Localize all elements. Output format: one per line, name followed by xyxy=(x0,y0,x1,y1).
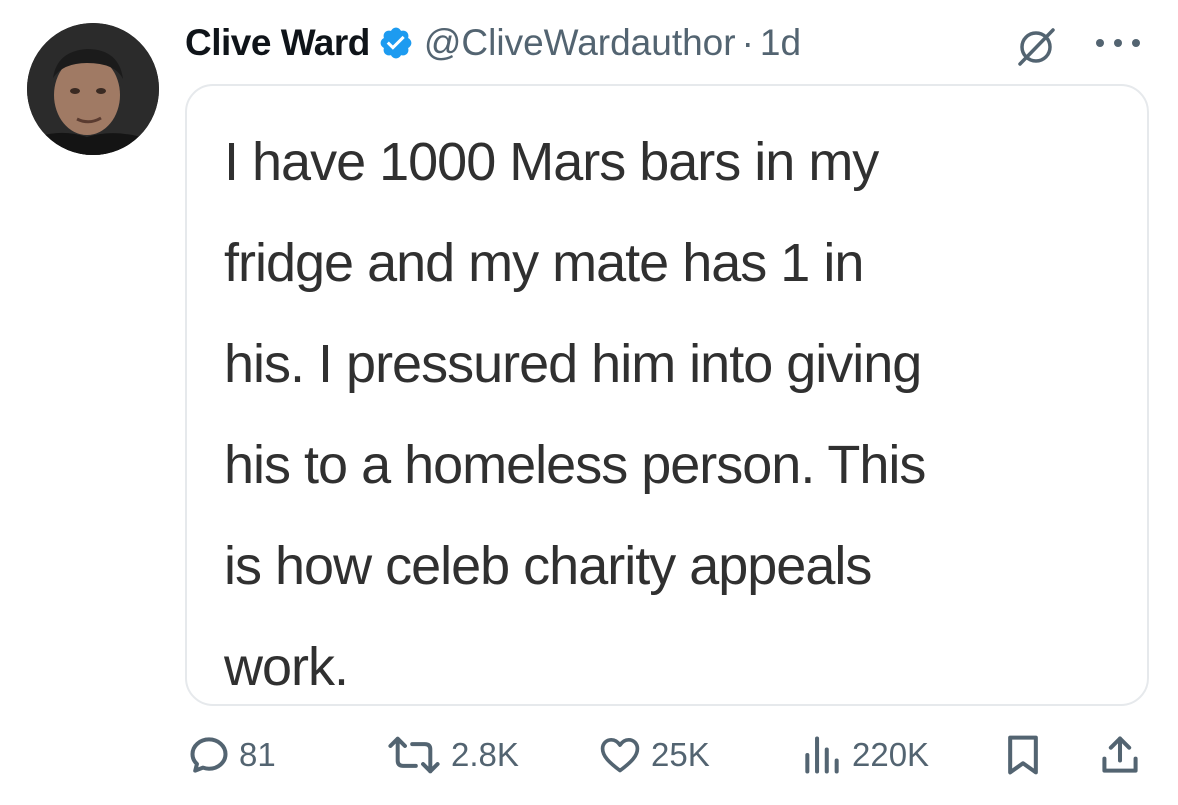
reply-count: 81 xyxy=(239,736,276,773)
user-handle[interactable]: @CliveWardauthor xyxy=(424,22,736,64)
share-icon xyxy=(1098,733,1142,777)
action-bar: 81 2.8K 25K 220K xyxy=(0,725,1178,785)
display-name[interactable]: Clive Ward xyxy=(185,22,370,64)
separator-dot: · xyxy=(741,22,754,63)
bookmark-icon xyxy=(1003,733,1043,777)
profile-photo xyxy=(27,23,159,155)
like-count: 25K xyxy=(651,736,710,773)
tweet-media-card[interactable]: I have 1000 Mars bars in my fridge and m… xyxy=(185,84,1149,706)
tweet-header: Clive Ward @CliveWardauthor · 1d xyxy=(185,18,801,68)
reply-icon xyxy=(187,733,231,777)
like-button[interactable]: 25K xyxy=(597,725,710,785)
card-text-line: I have 1000 Mars bars in my xyxy=(224,132,879,192)
avatar[interactable] xyxy=(27,23,159,155)
repost-count: 2.8K xyxy=(451,736,519,773)
reply-button[interactable]: 81 xyxy=(187,725,276,785)
share-button[interactable] xyxy=(1098,725,1142,785)
card-text-line: work. xyxy=(224,637,349,697)
card-text-line: his to a homeless person. This xyxy=(224,435,926,495)
views-count: 220K xyxy=(852,736,930,773)
tweet-timestamp[interactable]: 1d xyxy=(760,22,801,64)
repost-button[interactable]: 2.8K xyxy=(385,725,519,785)
like-icon xyxy=(597,733,643,777)
card-text-line: is how celeb charity appeals xyxy=(224,536,872,596)
grok-icon[interactable] xyxy=(1015,26,1057,68)
views-icon xyxy=(800,733,844,777)
bookmark-button[interactable] xyxy=(1003,725,1043,785)
repost-icon xyxy=(385,733,443,777)
verified-badge-icon[interactable] xyxy=(378,25,414,61)
views-button[interactable]: 220K xyxy=(800,725,929,785)
card-text: I have 1000 Mars bars in my fridge and m… xyxy=(224,112,1124,718)
more-icon[interactable] xyxy=(1092,34,1144,52)
card-text-line: his. I pressured him into giving xyxy=(224,334,922,394)
card-text-line: fridge and my mate has 1 in xyxy=(224,233,864,293)
